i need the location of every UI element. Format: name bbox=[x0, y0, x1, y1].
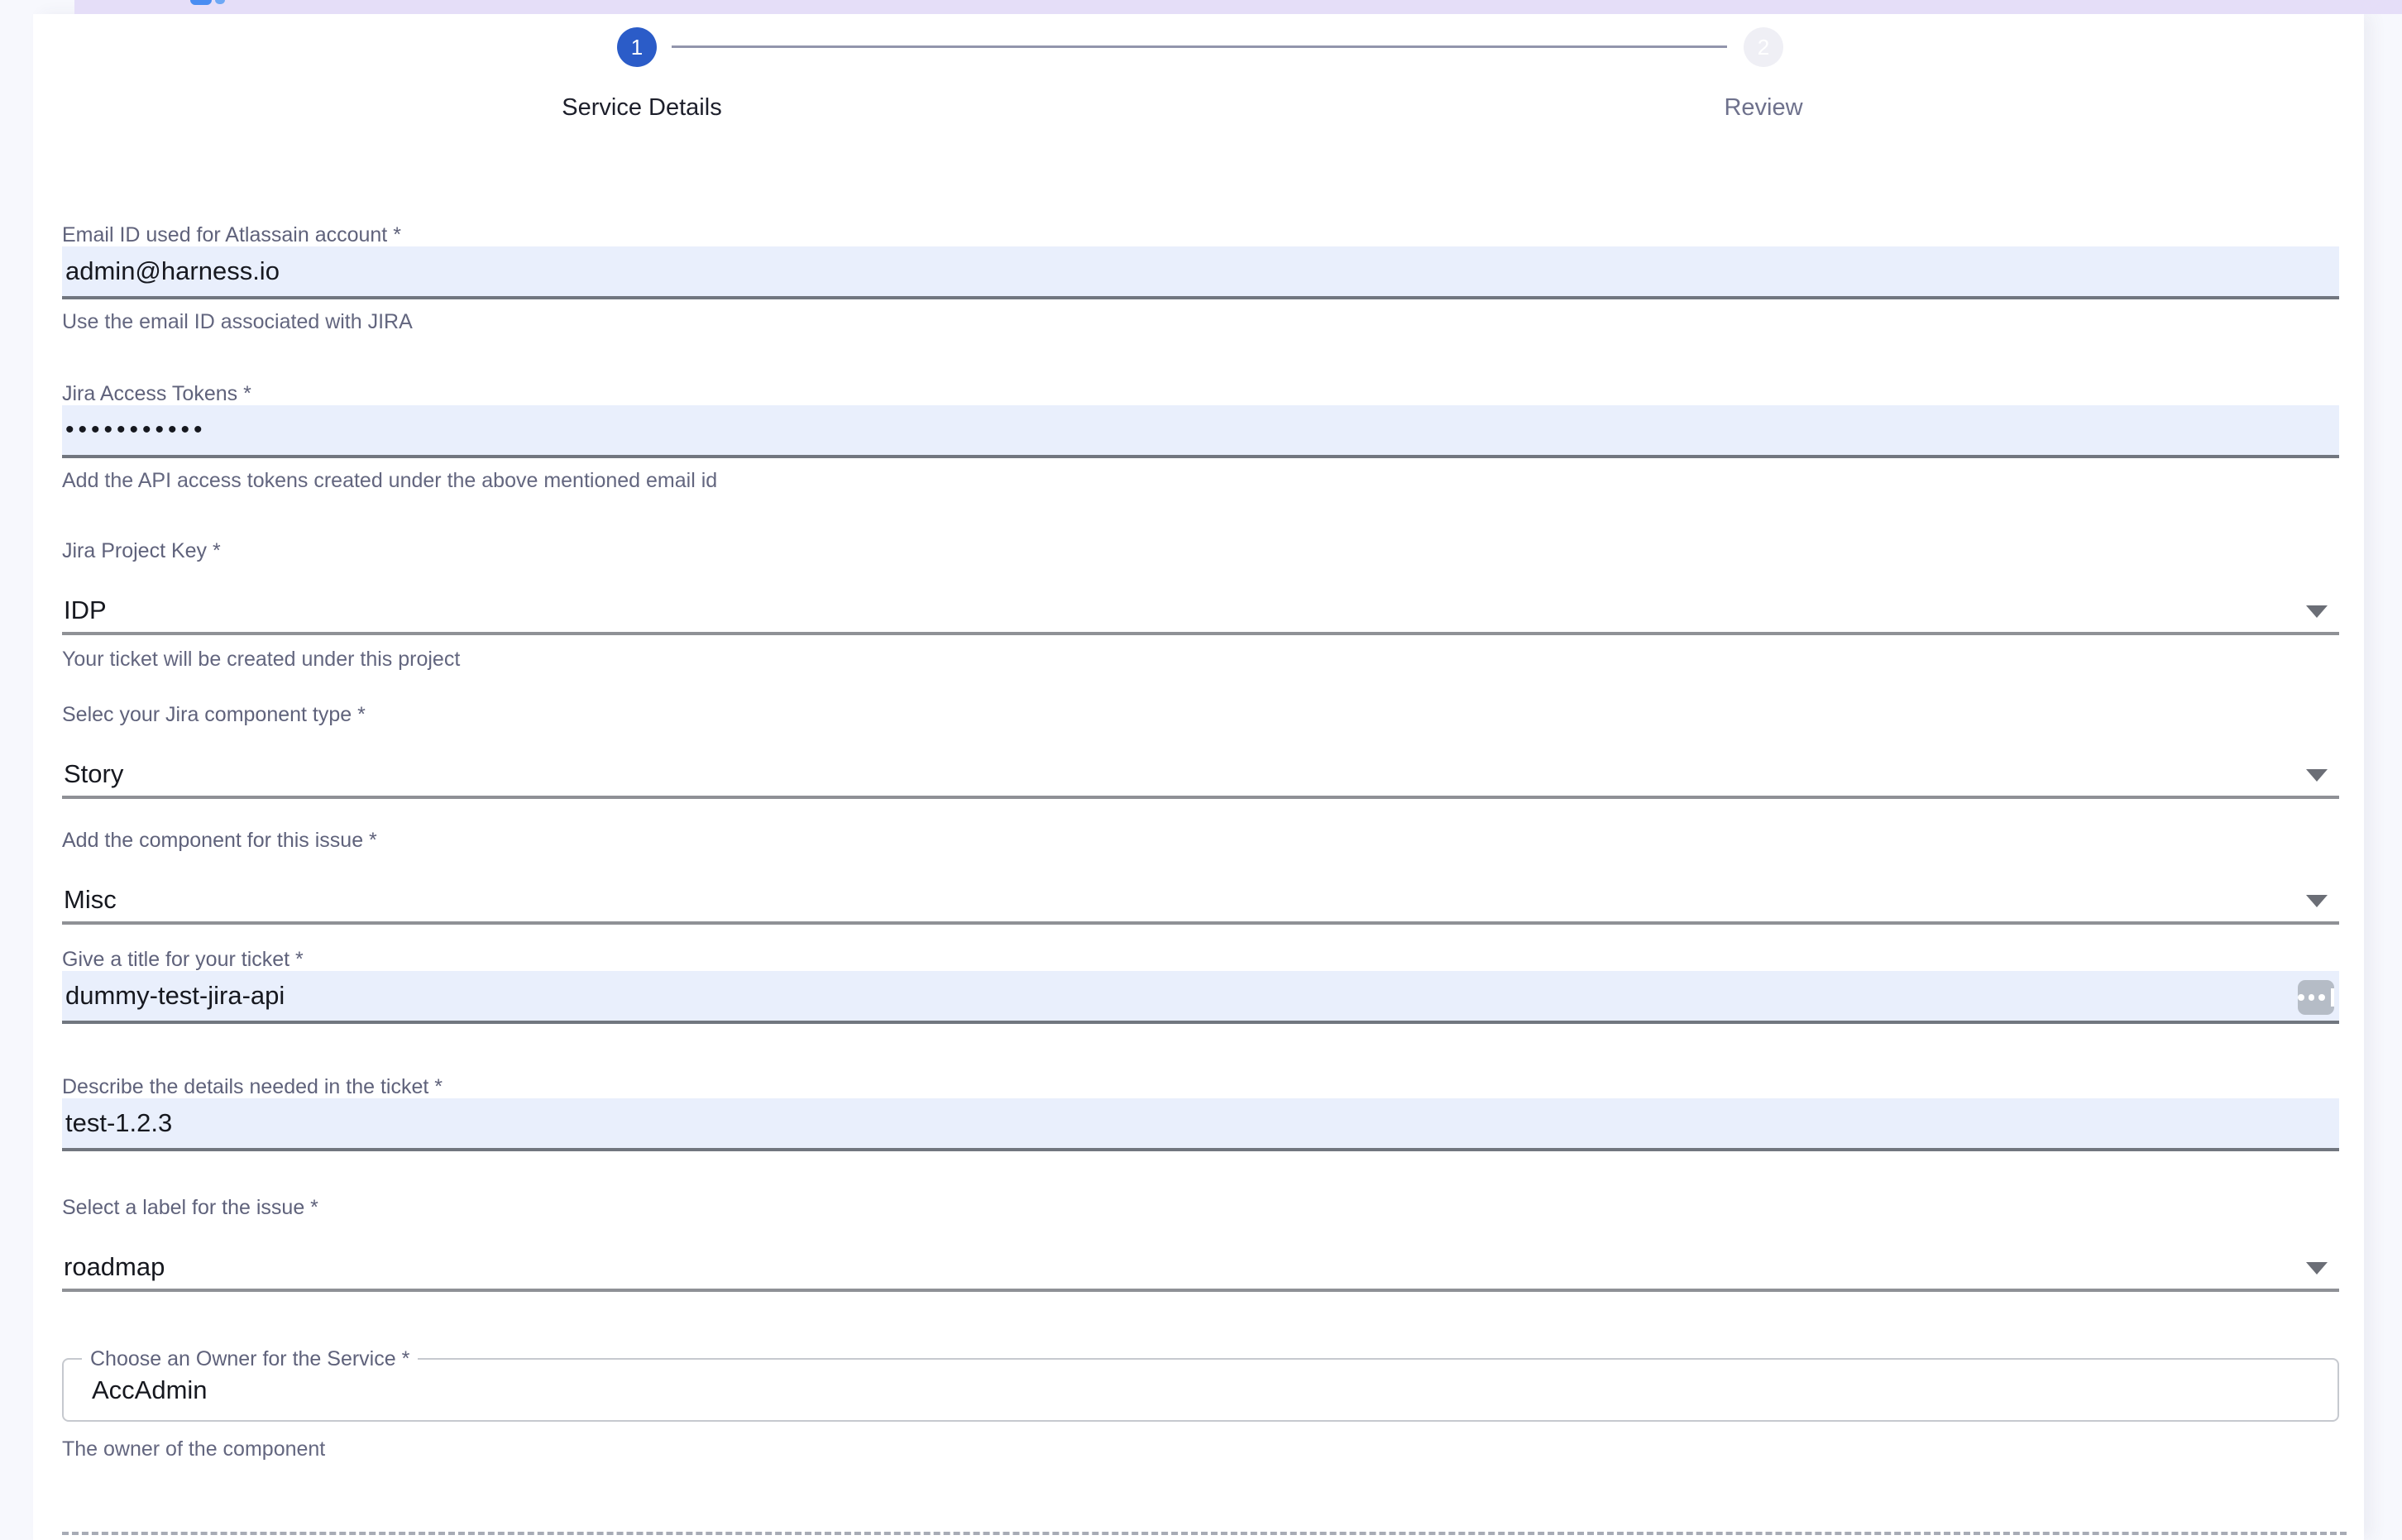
project-key-select[interactable]: IDP bbox=[62, 589, 2339, 635]
edit-ellipsis-icon[interactable] bbox=[2298, 980, 2334, 1015]
project-key-label: Jira Project Key * bbox=[62, 539, 2339, 562]
ticket-title-label: Give a title for your ticket * bbox=[62, 948, 2339, 971]
bottom-dashed-divider bbox=[62, 1532, 2347, 1535]
jira-tokens-input[interactable]: ••••••••••• bbox=[62, 405, 2339, 458]
field-ticket-title: Give a title for your ticket * dummy-tes… bbox=[62, 948, 2339, 1024]
issue-label-label: Select a label for the issue * bbox=[62, 1196, 2339, 1219]
issue-component-value: Misc bbox=[62, 885, 117, 915]
chevron-down-icon bbox=[2306, 605, 2328, 618]
email-label: Email ID used for Atlassain account * bbox=[62, 223, 2339, 246]
stepper-step-1-circle[interactable]: 1 bbox=[617, 27, 657, 67]
email-input[interactable]: admin@harness.io bbox=[62, 246, 2339, 299]
owner-helper-text: The owner of the component bbox=[62, 1437, 2339, 1461]
field-ticket-description: Describe the details needed in the ticke… bbox=[62, 1075, 2339, 1151]
chevron-down-icon bbox=[2306, 769, 2328, 782]
top-purple-bar bbox=[74, 0, 2402, 14]
project-key-helper-text: Your ticket will be created under this p… bbox=[62, 647, 2339, 672]
issue-component-select[interactable]: Misc bbox=[62, 878, 2339, 925]
jira-tokens-helper-text: Add the API access tokens created under … bbox=[62, 468, 2339, 493]
issue-label-value: roadmap bbox=[62, 1252, 165, 1282]
field-issue-label: Select a label for the issue * roadmap bbox=[62, 1196, 2339, 1292]
owner-value: AccAdmin bbox=[64, 1375, 208, 1405]
field-component-type: Selec your Jira component type * Story bbox=[62, 703, 2339, 799]
chevron-down-icon bbox=[2306, 1262, 2328, 1275]
component-type-label: Selec your Jira component type * bbox=[62, 703, 2339, 726]
owner-label: Choose an Owner for the Service * bbox=[82, 1346, 418, 1371]
component-type-value: Story bbox=[62, 759, 123, 789]
ticket-title-value: dummy-test-jira-api bbox=[62, 981, 285, 1011]
project-key-value: IDP bbox=[62, 595, 107, 625]
component-type-select[interactable]: Story bbox=[62, 753, 2339, 799]
jira-tokens-masked-value: ••••••••••• bbox=[62, 416, 207, 444]
ticket-description-input[interactable]: test-1.2.3 bbox=[62, 1098, 2339, 1151]
ticket-title-input[interactable]: dummy-test-jira-api bbox=[62, 971, 2339, 1024]
stepper-step-2-label: Review bbox=[1581, 94, 1945, 122]
field-issue-component: Add the component for this issue * Misc bbox=[62, 829, 2339, 925]
stepper-connector-line bbox=[672, 45, 1727, 48]
ticket-description-value: test-1.2.3 bbox=[62, 1108, 172, 1138]
field-jira-tokens: Jira Access Tokens * ••••••••••• Add the… bbox=[62, 382, 2339, 493]
issue-label-select[interactable]: roadmap bbox=[62, 1246, 2339, 1292]
email-helper-text: Use the email ID associated with JIRA bbox=[62, 309, 2339, 334]
chevron-down-icon bbox=[2306, 895, 2328, 907]
field-project-key: Jira Project Key * IDP Your ticket will … bbox=[62, 539, 2339, 672]
field-owner: Choose an Owner for the Service * AccAdm… bbox=[62, 1346, 2339, 1461]
ticket-description-label: Describe the details needed in the ticke… bbox=[62, 1075, 2339, 1098]
owner-input[interactable]: Choose an Owner for the Service * AccAdm… bbox=[62, 1358, 2339, 1422]
issue-component-label: Add the component for this issue * bbox=[62, 829, 2339, 852]
partial-logo-icon bbox=[190, 0, 212, 5]
stepper-step-1-label: Service Details bbox=[460, 94, 824, 122]
email-value: admin@harness.io bbox=[62, 256, 280, 286]
field-email: Email ID used for Atlassain account * ad… bbox=[62, 223, 2339, 334]
partial-logo-icon bbox=[215, 0, 225, 4]
stepper-step-2-circle[interactable]: 2 bbox=[1744, 27, 1783, 67]
jira-tokens-label: Jira Access Tokens * bbox=[62, 382, 2339, 405]
